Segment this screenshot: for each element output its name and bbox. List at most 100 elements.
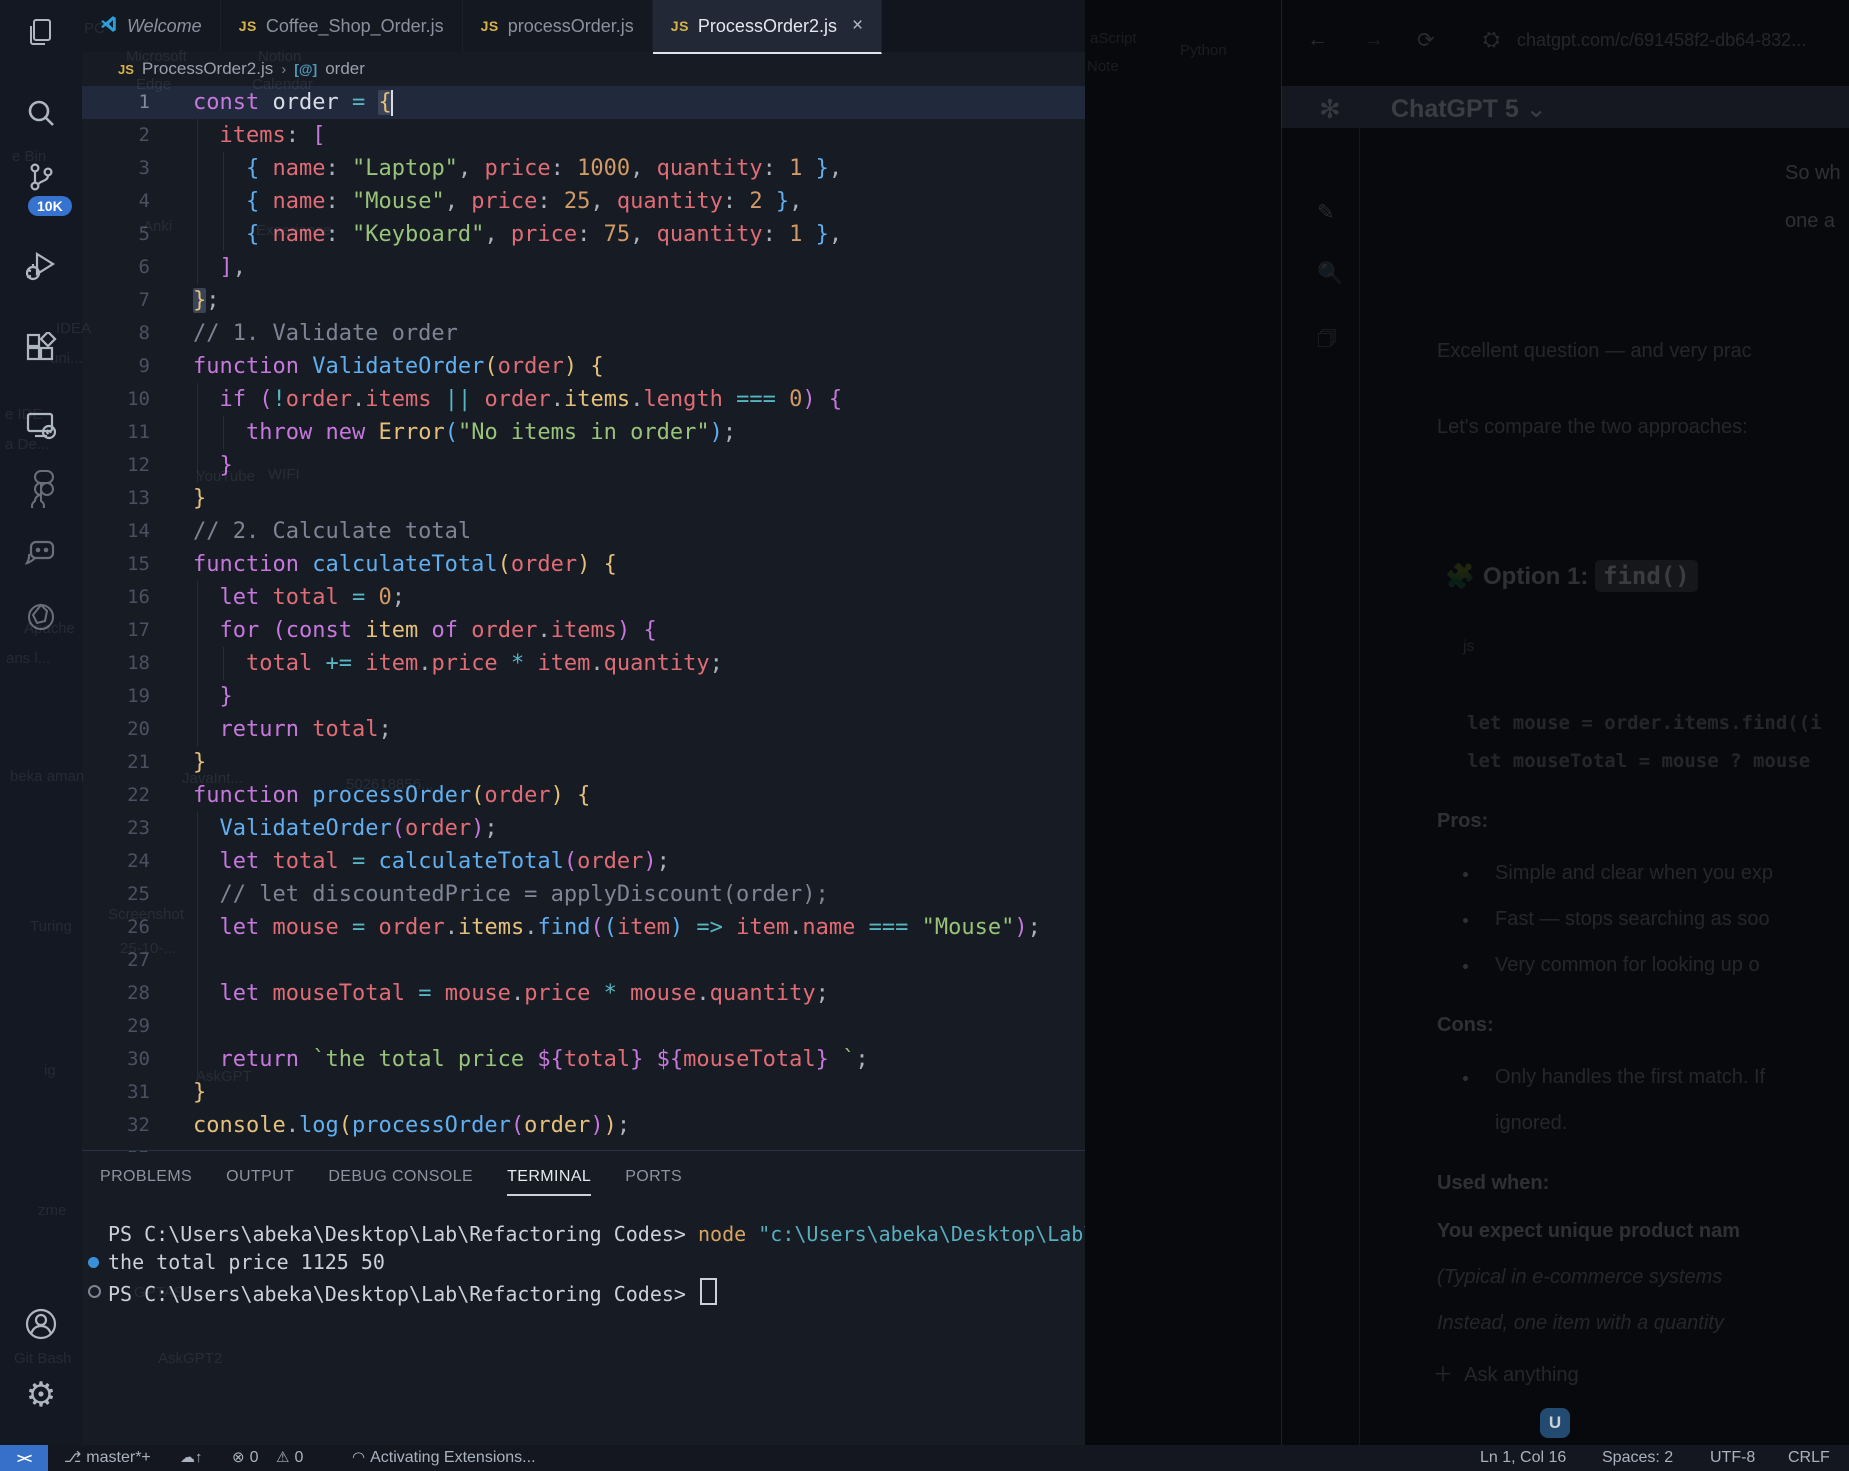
code-text: return `the total price ${total} ${mouse… [193,1043,869,1076]
code-text: total += item.price * item.quantity; [193,647,723,680]
code-line-7: 7}; [82,284,1085,317]
panel-tab-output[interactable]: OUTPUT [226,1158,294,1196]
js-file-icon: JS [671,18,689,34]
breadcrumb-file[interactable]: ProcessOrder2.js [142,59,273,79]
terminal-line-1: PS C:\Users\abeka\Desktop\Lab\Refactorin… [108,1222,1193,1246]
panel-tab-debug-console[interactable]: DEBUG CONSOLE [328,1158,473,1196]
browser-refresh-icon[interactable]: ⟳ [1417,28,1435,53]
line-number: 22 [82,779,150,812]
used-when-label: Used when: [1437,1172,1549,1195]
js-file-icon: JS [239,18,257,34]
code-line-12: 12 } [82,449,1085,482]
status-encoding[interactable]: UTF-8 [1710,1445,1755,1471]
status-spinner[interactable]: ◠Activating Extensions... [352,1445,536,1471]
code-line-17: 17 for (const item of order.items) { [82,614,1085,647]
chat-icon[interactable] [0,536,82,572]
line-number: 9 [82,350,150,383]
tab-label: ProcessOrder2.js [698,16,837,37]
line-number: 3 [82,152,150,185]
indent-guide [197,944,198,977]
status-eol[interactable]: CRLF [1788,1445,1830,1471]
assistant-paragraph: Let's compare the two approaches: [1437,416,1748,439]
line-number: 19 [82,680,150,713]
tab-coffee-shop-order-js[interactable]: JSCoffee_Shop_Order.js [221,0,463,52]
status-branch[interactable]: ⎇master*+ [64,1445,151,1471]
remote-indicator[interactable]: >< [0,1445,48,1471]
code-line-3: 3 { name: "Laptop", price: 1000, quantit… [82,152,1085,185]
explorer-icon[interactable] [0,16,82,48]
bullet-icon [1463,872,1468,877]
terminal-line-2: the total price 1125 50 [108,1250,1193,1274]
tab-welcome[interactable]: Welcome [82,0,221,52]
terminal-decoration-filled [88,1257,99,1268]
code-text: } [193,482,206,515]
site-settings-icon[interactable]: ⛭ [1483,28,1500,52]
tab-processorder2-js[interactable]: JS ProcessOrder2.js × [653,0,882,54]
profile-badge[interactable]: U [1540,1408,1570,1438]
code-line-26: 26 let mouse = order.items.find((item) =… [82,911,1085,944]
bullet-icon [1463,1076,1468,1081]
line-number: 2 [82,119,150,152]
code-line-24: 24 let total = calculateTotal(order); [82,845,1085,878]
browser-url[interactable]: chatgpt.com/c/691458f2-db64-832... [1517,30,1806,51]
chatgpt-logo-icon: ✻ [1319,94,1341,125]
code-line-30: 30 return `the total price ${total} ${mo… [82,1043,1085,1076]
code-text: function ValidateOrder(order) { [193,350,604,383]
code-line-6: 6 ], [82,251,1085,284]
account-icon[interactable] [0,1306,82,1342]
code-line-11: 11 throw new Error("No items in order"); [82,416,1085,449]
openai-icon[interactable] [0,600,82,634]
code-line-20: 20 return total; [82,713,1085,746]
pros-item: Fast — stops searching as soo [1495,908,1770,931]
code-text: const order = { [193,86,392,119]
chat-search-icon[interactable]: 🔍 [1317,262,1343,286]
source-control-icon[interactable] [0,160,82,194]
terminal-line-3: PS C:\Users\abeka\Desktop\Lab\Refactorin… [108,1278,1193,1306]
line-number: 25 [82,878,150,911]
code-text: if (!order.items || order.items.length =… [193,383,842,416]
panel-tab-ports[interactable]: PORTS [625,1158,682,1196]
chatgpt-sidebar-edge [1359,128,1360,1445]
text-cursor [391,90,393,116]
code-line-15: 15function calculateTotal(order) { [82,548,1085,581]
panel-tab-terminal[interactable]: TERMINAL [507,1158,591,1196]
terminal-decoration-hollow [88,1285,101,1298]
code-text: // 2. Calculate total [193,515,471,548]
line-number: 14 [82,515,150,548]
extensions-icon[interactable] [0,332,82,366]
library-icon[interactable]: 🗇 [1317,324,1336,359]
cons-label: Cons: [1437,1014,1494,1037]
line-number: 1 [82,86,150,119]
tab-processorder-js[interactable]: JSprocessOrder.js [463,0,653,52]
ask-anything-input[interactable]: ＋ Ask anything [1433,1358,1579,1387]
remote-explorer-icon[interactable] [0,408,82,444]
new-chat-icon[interactable]: ✎ [1317,200,1335,225]
line-number: 5 [82,218,150,251]
pros-item: Simple and clear when you exp [1495,862,1773,885]
status-error[interactable]: ⊗0 [232,1445,258,1471]
warning-icon: ⚠ [276,1445,289,1471]
close-tab-icon[interactable]: × [852,15,863,37]
status-warning[interactable]: ⚠0 [276,1445,303,1471]
code-text: { name: "Keyboard", price: 75, quantity:… [193,218,842,251]
line-number: 24 [82,845,150,878]
chatgpt-model-selector[interactable]: ChatGPT 5 ⌄ [1391,94,1547,124]
browser-back-icon[interactable]: ← [1307,28,1328,52]
status-publish[interactable]: ☁↑ [180,1445,203,1471]
used-when-line: Instead, one item with a quantity [1437,1312,1724,1335]
search-icon[interactable] [0,96,82,132]
breadcrumb-symbol[interactable]: order [325,59,365,79]
settings-gear-icon[interactable]: ⚙ [0,1378,82,1412]
status-indentation[interactable]: Spaces: 2 [1602,1445,1673,1471]
code-text: return total; [193,713,392,746]
breadcrumb[interactable]: JS ProcessOrder2.js › [@] order [118,56,365,82]
figma-icon[interactable] [0,470,82,508]
run-debug-icon[interactable] [0,248,82,284]
code-block-line: let mouse = order.items.find((i [1467,712,1822,734]
panel-tab-problems[interactable]: PROBLEMS [100,1158,192,1196]
user-message-line: one a [1785,210,1835,233]
code-editor[interactable]: 1const order = {2 items: [3 { name: "Lap… [82,86,1085,1152]
status-cursor-position[interactable]: Ln 1, Col 16 [1480,1445,1566,1471]
browser-forward-icon[interactable]: → [1363,28,1384,52]
line-number: 29 [82,1010,150,1043]
